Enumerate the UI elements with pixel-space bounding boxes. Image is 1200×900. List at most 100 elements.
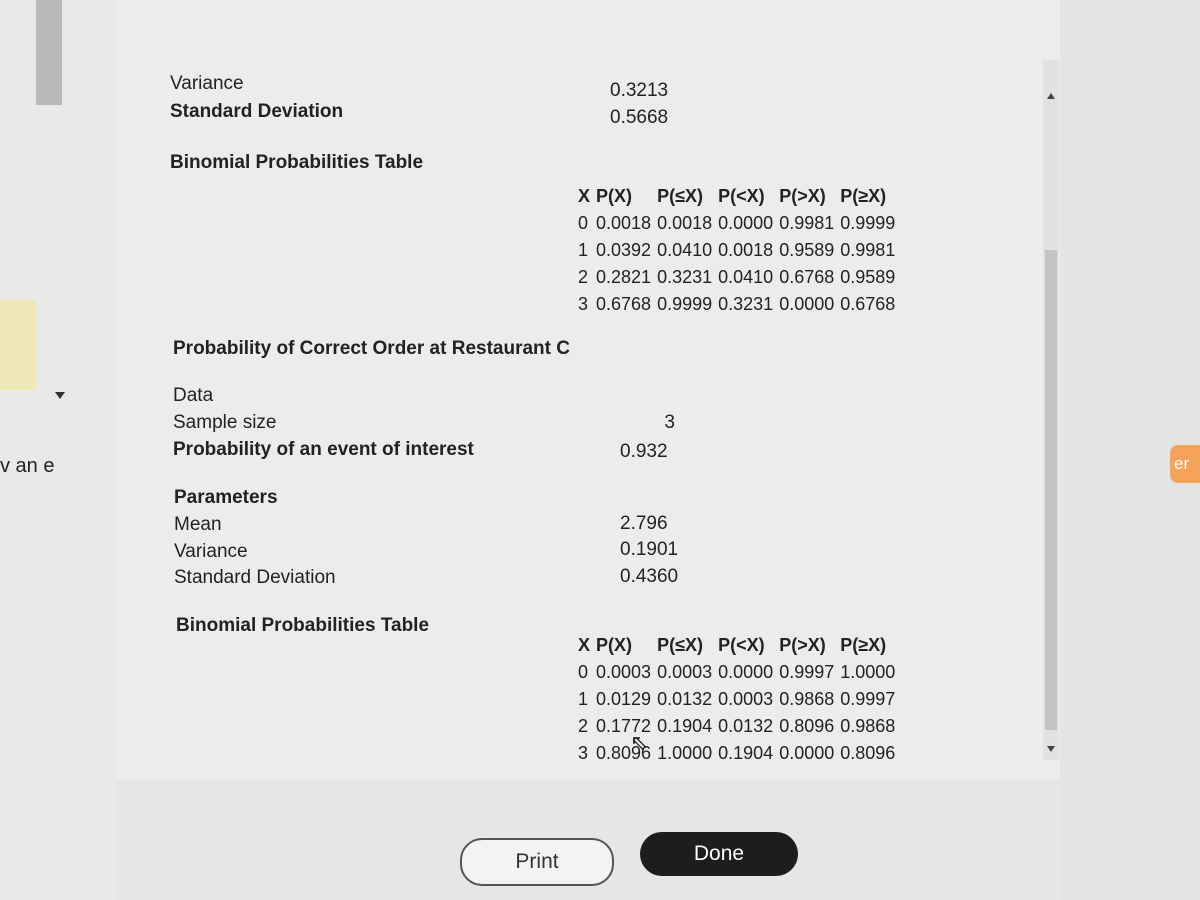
table-cell: 0.0003 bbox=[596, 662, 652, 682]
sd-label: Standard Deviation bbox=[170, 101, 344, 122]
table-cell: 3 bbox=[578, 743, 589, 763]
table-cell: 0.0132 bbox=[657, 689, 713, 709]
table-cell: 0.9999 bbox=[840, 213, 896, 233]
variance-label-c: Variance bbox=[174, 541, 248, 562]
table-cell: 0.0410 bbox=[718, 267, 774, 287]
table-cell: 2 bbox=[578, 716, 589, 736]
table-cell: 1.0000 bbox=[840, 662, 896, 682]
table-cell: 0.3231 bbox=[718, 294, 774, 314]
scrollbar[interactable] bbox=[1043, 60, 1059, 760]
column-header: P(>X) bbox=[779, 186, 826, 206]
mouse-cursor-icon: ⇖ bbox=[630, 730, 649, 755]
scroll-down-icon[interactable] bbox=[1047, 746, 1055, 752]
table-cell: 0.9868 bbox=[840, 716, 896, 736]
table-row: 2 0.1772 0.1904 0.0132 0.8096 0.9868 bbox=[578, 713, 901, 740]
table-cell: 0.9981 bbox=[840, 240, 896, 260]
section-title: Probability of Correct Order at Restaura… bbox=[173, 338, 570, 359]
variance-value: 0.3213 bbox=[610, 80, 669, 101]
table-cell: 0 bbox=[578, 662, 589, 682]
table-cell: 0.0000 bbox=[718, 662, 774, 682]
table-row: 3 0.6768 0.9999 0.3231 0.0000 0.6768 bbox=[578, 291, 901, 318]
table-cell: 0.9997 bbox=[779, 662, 835, 682]
done-button[interactable]: Done bbox=[640, 832, 798, 876]
table-cell: 0.0003 bbox=[657, 662, 713, 682]
table-row: 3 0.8096 1.0000 0.1904 0.0000 0.8096 bbox=[578, 740, 901, 767]
column-header: P(X) bbox=[596, 635, 633, 655]
table-cell: 0.8096 bbox=[779, 716, 835, 736]
table-cell: 0.6768 bbox=[596, 294, 652, 314]
background-text: v an e bbox=[0, 455, 55, 477]
column-header: P(≥X) bbox=[840, 186, 887, 206]
table-cell: 0.1904 bbox=[718, 743, 774, 763]
column-header: X bbox=[578, 635, 591, 655]
table-header-row: X P(X) P(≤X) P(<X) P(>X) P(≥X) bbox=[578, 632, 901, 659]
binomial-table-c: X P(X) P(≤X) P(<X) P(>X) P(≥X) 0 0.0003 0.0003 0.… bbox=[578, 632, 901, 767]
print-button[interactable]: Print bbox=[460, 838, 614, 886]
column-header: P(≥X) bbox=[840, 635, 887, 655]
table-cell: 2 bbox=[578, 267, 589, 287]
table-cell: 0.9589 bbox=[779, 240, 835, 260]
table-title-c: Binomial Probabilities Table bbox=[176, 615, 430, 636]
column-header: P(≤X) bbox=[657, 635, 703, 655]
probability-label: Probability of an event of interest bbox=[173, 439, 474, 460]
table-row: 2 0.2821 0.3231 0.0410 0.6768 0.9589 bbox=[578, 264, 901, 291]
column-header: P(X) bbox=[596, 186, 633, 206]
data-label: Data bbox=[173, 385, 214, 406]
results-panel: Variance 0.3213 Standard Deviation 0.566… bbox=[115, 0, 1060, 780]
scroll-up-icon[interactable] bbox=[1047, 93, 1055, 99]
background-sidebar bbox=[0, 0, 115, 900]
table-row: 0 0.0003 0.0003 0.0000 0.9997 1.0000 bbox=[578, 659, 901, 686]
table-cell: 0.9981 bbox=[779, 213, 835, 233]
column-header: P(≤X) bbox=[657, 186, 703, 206]
sd-label-c: Standard Deviation bbox=[174, 567, 336, 588]
variance-label: Variance bbox=[170, 73, 244, 94]
table-row: 0 0.0018 0.0018 0.0000 0.9981 0.9999 bbox=[578, 210, 901, 237]
background-answer-button[interactable]: er bbox=[1170, 445, 1200, 483]
table-title: Binomial Probabilities Table bbox=[170, 152, 424, 173]
sd-value-c: 0.4360 bbox=[620, 566, 679, 587]
mean-value: 2.796 bbox=[620, 513, 668, 534]
sample-size-label: Sample size bbox=[173, 412, 277, 433]
table-cell: 0.2821 bbox=[596, 267, 652, 287]
background-scrollbar bbox=[36, 0, 62, 105]
table-cell: 0.9997 bbox=[840, 689, 896, 709]
table-cell: 0 bbox=[578, 213, 589, 233]
variance-value-c: 0.1901 bbox=[620, 539, 679, 560]
column-header: P(<X) bbox=[718, 186, 765, 206]
table-row: 1 0.0392 0.0410 0.0018 0.9589 0.9981 bbox=[578, 237, 901, 264]
table-cell: 0.0018 bbox=[657, 213, 713, 233]
column-header: P(<X) bbox=[718, 635, 765, 655]
column-header: P(>X) bbox=[779, 635, 826, 655]
dropdown-arrow-icon[interactable] bbox=[55, 392, 65, 399]
table-cell: 0.9868 bbox=[779, 689, 835, 709]
table-header-row: X P(X) P(≤X) P(<X) P(>X) P(≥X) bbox=[578, 183, 901, 210]
table-cell: 0.0132 bbox=[718, 716, 774, 736]
binomial-table-a: X P(X) P(≤X) P(<X) P(>X) P(≥X) 0 0.0018 0.0018 0.… bbox=[578, 183, 901, 318]
table-cell: 0.0000 bbox=[718, 213, 774, 233]
table-cell: 0.0018 bbox=[596, 213, 652, 233]
table-cell: 0.9589 bbox=[840, 267, 896, 287]
table-cell: 1.0000 bbox=[657, 743, 713, 763]
scrollbar-thumb[interactable] bbox=[1045, 250, 1057, 730]
dialog-footer: Print Done bbox=[115, 780, 1060, 900]
table-cell: 0.0129 bbox=[596, 689, 652, 709]
parameters-label: Parameters bbox=[174, 487, 278, 508]
mean-label: Mean bbox=[174, 514, 222, 535]
sample-size-value: 3 bbox=[664, 412, 675, 433]
sd-value: 0.5668 bbox=[610, 107, 669, 128]
table-row: 1 0.0129 0.0132 0.0003 0.9868 0.9997 bbox=[578, 686, 901, 713]
table-cell: 0.9999 bbox=[657, 294, 713, 314]
table-cell: 0.0392 bbox=[596, 240, 652, 260]
table-cell: 0.8096 bbox=[840, 743, 896, 763]
table-cell: 0.0018 bbox=[718, 240, 774, 260]
table-cell: 1 bbox=[578, 689, 589, 709]
table-cell: 0.0003 bbox=[718, 689, 774, 709]
column-header: X bbox=[578, 186, 591, 206]
table-cell: 0.3231 bbox=[657, 267, 713, 287]
background-highlight bbox=[0, 300, 36, 390]
table-cell: 0.1904 bbox=[657, 716, 713, 736]
table-cell: 0.0410 bbox=[657, 240, 713, 260]
table-cell: 3 bbox=[578, 294, 589, 314]
probability-value: 0.932 bbox=[620, 441, 668, 462]
table-cell: 0.0000 bbox=[779, 294, 835, 314]
